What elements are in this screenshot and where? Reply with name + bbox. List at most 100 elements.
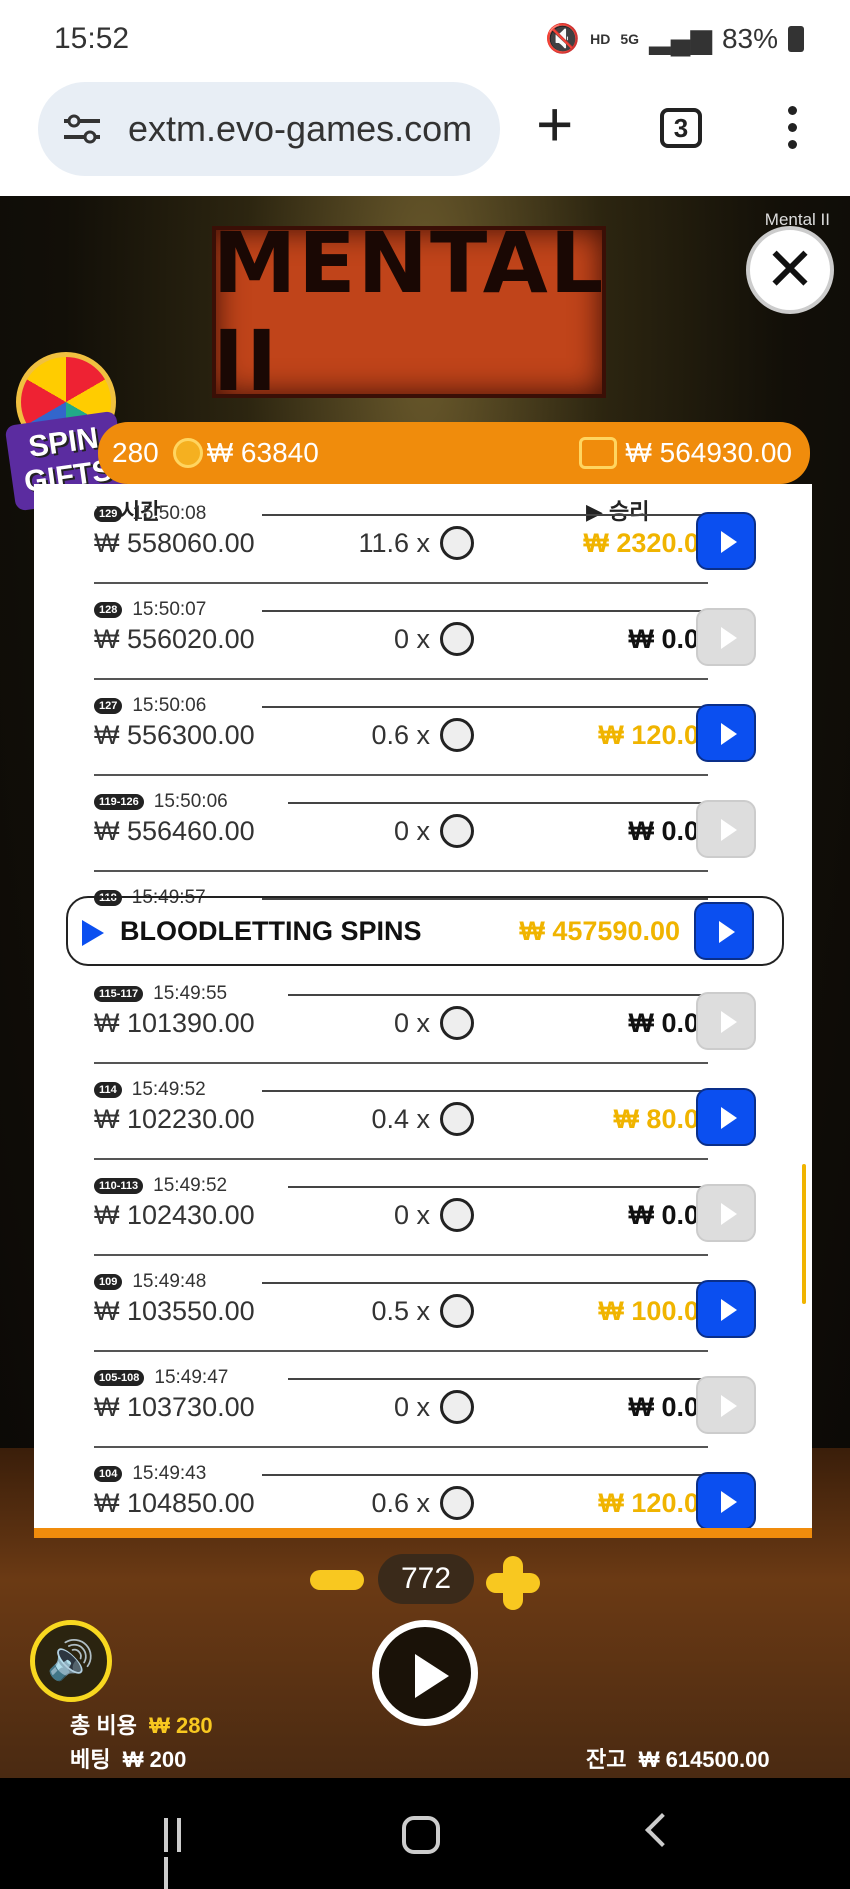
round-multiplier: 0.6 x xyxy=(371,720,430,750)
close-history-button[interactable]: ✕ xyxy=(746,226,834,314)
history-scrollbar[interactable] xyxy=(802,1164,806,1304)
round-badge: 110-113 xyxy=(94,1178,144,1194)
round-meta: 114 15:49:52 xyxy=(94,1078,206,1102)
battery-percent: 83% xyxy=(721,22,778,54)
history-row: 110-113 15:49:52 ₩ 102430.00 0 x ₩ 0.00 xyxy=(34,1166,812,1262)
round-badge: 129 xyxy=(94,506,123,522)
play-icon xyxy=(721,1203,737,1225)
play-icon xyxy=(719,921,735,943)
decrease-bet-button[interactable] xyxy=(310,1570,364,1590)
row-divider xyxy=(94,1062,708,1064)
row-divider xyxy=(94,1254,708,1256)
round-balance: ₩ 102430.00 xyxy=(94,1200,255,1230)
play-icon xyxy=(721,1011,737,1033)
meta-divider xyxy=(262,610,708,612)
round-balance: ₩ 558060.00 xyxy=(94,528,255,558)
row-divider xyxy=(94,1158,708,1160)
tab-switcher-button[interactable]: 3 xyxy=(660,108,702,148)
meta-divider xyxy=(262,706,708,708)
round-balance: ₩ 102230.00 xyxy=(94,1104,255,1134)
new-tab-icon[interactable]: + xyxy=(536,92,573,156)
round-win: ₩ 0.00 xyxy=(628,1392,714,1422)
history-row: 105-108 15:49:47 ₩ 103730.00 0 x ₩ 0.00 xyxy=(34,1358,812,1454)
round-time: 15:49:47 xyxy=(154,1367,229,1388)
round-balance: ₩ 101390.00 xyxy=(94,1008,255,1038)
round-meta: 110-113 15:49:52 xyxy=(94,1174,227,1198)
replay-button[interactable] xyxy=(696,1280,756,1338)
play-icon xyxy=(721,1299,737,1321)
replay-button[interactable] xyxy=(696,1472,756,1528)
replay-button[interactable] xyxy=(694,902,754,960)
play-icon xyxy=(721,531,737,553)
meta-divider xyxy=(288,994,708,996)
recent-apps-icon[interactable] xyxy=(164,1818,202,1889)
meta-divider xyxy=(288,1378,708,1380)
replay-button xyxy=(696,992,756,1050)
more-menu-icon[interactable] xyxy=(786,106,798,152)
browser-toolbar: extm.evo-games.com + 3 xyxy=(0,78,850,196)
sound-toggle-icon[interactable]: 🔊 xyxy=(30,1620,112,1702)
round-win: ₩ 80.00 xyxy=(613,1104,714,1134)
cost-value: 280 xyxy=(112,437,159,468)
round-meta: 127 15:50:06 xyxy=(94,694,206,718)
round-time: 15:49:48 xyxy=(132,1271,207,1292)
home-icon[interactable] xyxy=(402,1816,440,1854)
site-settings-icon[interactable] xyxy=(60,109,104,149)
round-badge: 114 xyxy=(94,1082,122,1098)
replay-button[interactable] xyxy=(696,512,756,570)
signal-icon: ▂▄▆ xyxy=(649,23,712,54)
history-row: 119-126 15:50:06 ₩ 556460.00 0 x ₩ 0.00 xyxy=(34,782,812,878)
info-bar: 280 ₩ 63840 ₩ 564930.00 xyxy=(98,422,810,484)
round-win: ₩ 0.00 xyxy=(628,816,714,846)
meta-divider xyxy=(288,802,708,804)
history-row: 104 15:49:43 ₩ 104850.00 0.6 x ₩ 120.00 xyxy=(34,1454,812,1528)
round-meta: 129 15:50:08 xyxy=(94,502,206,526)
round-badge: 115-117 xyxy=(94,986,144,1002)
play-icon xyxy=(721,819,737,841)
round-meta: 119-126 15:50:06 xyxy=(94,790,228,814)
spin-button[interactable] xyxy=(372,1620,478,1726)
wallet-icon xyxy=(579,437,618,469)
total-cost: 총 비용 ₩ 280 xyxy=(70,1713,213,1738)
round-win: ₩ 0.00 xyxy=(628,1008,714,1038)
round-multiplier: 0.4 x xyxy=(371,1104,430,1134)
battery-icon xyxy=(788,25,804,52)
round-multiplier: 0 x xyxy=(393,816,430,846)
history-list: 129 15:50:08 ₩ 558060.00 11.6 x ₩ 2320.00 128… xyxy=(34,503,812,1528)
history-row: 109 15:49:48 ₩ 103550.00 0.5 x ₩ 100.00 xyxy=(34,1262,812,1358)
bonus-win: ₩ 457590.00 xyxy=(519,916,680,946)
replay-button[interactable] xyxy=(696,1088,756,1146)
round-badge: 109 xyxy=(94,1274,123,1290)
round-balance: ₩ 556300.00 xyxy=(94,720,255,750)
round-win: ₩ 100.00 xyxy=(598,1296,714,1326)
play-icon xyxy=(721,627,737,649)
status-time: 15:52 xyxy=(54,22,130,55)
meta-divider xyxy=(262,1474,708,1476)
meta-divider xyxy=(262,1090,708,1092)
address-bar[interactable]: extm.evo-games.com xyxy=(38,82,500,176)
round-multiplier: 0 x xyxy=(393,1392,430,1422)
round-win: ₩ 2320.00 xyxy=(583,528,714,558)
round-meta: 109 15:49:48 xyxy=(94,1270,206,1294)
bonus-round-entry[interactable]: BLOODLETTING SPINS ₩ 457590.00 xyxy=(66,896,784,966)
meta-divider xyxy=(262,514,708,516)
replay-button xyxy=(696,1184,756,1242)
round-time: 15:50:06 xyxy=(153,791,228,812)
back-icon[interactable] xyxy=(645,1813,679,1847)
url-text[interactable]: extm.evo-games.com xyxy=(128,108,488,150)
row-divider xyxy=(94,582,708,584)
history-row: 115-117 15:49:55 ₩ 101390.00 0 x ₩ 0.00 xyxy=(34,974,812,1070)
play-icon xyxy=(415,1654,449,1698)
replay-button xyxy=(696,1376,756,1434)
increase-bet-button[interactable] xyxy=(486,1556,540,1610)
round-meta: 104 15:49:43 xyxy=(94,1462,206,1486)
round-multiplier: 0.5 x xyxy=(371,1296,430,1326)
row-divider xyxy=(94,1350,708,1352)
system-navigation-bar xyxy=(0,1778,850,1889)
game-logo: MENTAL II xyxy=(212,214,606,410)
expand-icon xyxy=(82,920,104,946)
history-panel[interactable]: ▼ 시간 ▶ 승리 12915:50:08₩ 558060.0011.6 x₩ … xyxy=(34,484,812,1538)
replay-button[interactable] xyxy=(696,704,756,762)
spin-gifts-promo[interactable]: SPIN GIFTS xyxy=(4,352,128,512)
game-area: MENTAL II Mental II ✕ SPIN GIFTS 280 ₩ 6… xyxy=(0,196,850,1778)
